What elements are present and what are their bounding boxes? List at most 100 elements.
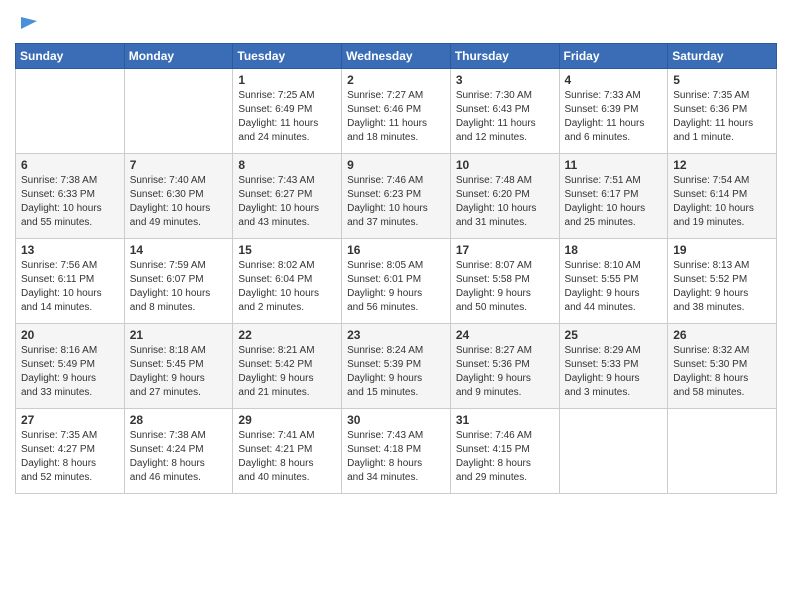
day-info-20: Sunrise: 8:16 AM Sunset: 5:49 PM Dayligh… — [21, 344, 119, 400]
calendar-cell-w2-d6: 11Sunrise: 7:51 AM Sunset: 6:17 PM Dayli… — [559, 154, 668, 239]
calendar-cell-w5-d4: 30Sunrise: 7:43 AM Sunset: 4:18 PM Dayli… — [342, 409, 451, 494]
day-info-3: Sunrise: 7:30 AM Sunset: 6:43 PM Dayligh… — [456, 89, 554, 145]
day-info-7: Sunrise: 7:40 AM Sunset: 6:30 PM Dayligh… — [130, 174, 228, 230]
day-info-19: Sunrise: 8:13 AM Sunset: 5:52 PM Dayligh… — [673, 259, 771, 315]
calendar-cell-w5-d1: 27 Sunrise: 7:35 AM Sunset: 4:27 PM Dayli… — [16, 409, 125, 494]
day-number-17: 17 — [456, 243, 554, 257]
day-number-19: 19 — [673, 243, 771, 257]
calendar-week-3: 13 Sunrise: 7:56 AM Sunset: 6:11 PM Dayli… — [16, 239, 777, 324]
day-info-24: Sunrise: 8:27 AM Sunset: 5:36 PM Dayligh… — [456, 344, 554, 400]
calendar-cell-w3-d3: 15 Sunrise: 8:02 AM Sunset: 6:04 PM Dayli… — [233, 239, 342, 324]
day-info-25: Sunrise: 8:29 AM Sunset: 5:33 PM Dayligh… — [565, 344, 663, 400]
calendar-cell-w3-d2: 14 Sunrise: 7:59 AM Sunset: 6:07 PM Dayli… — [124, 239, 233, 324]
day-number-26: 26 — [673, 328, 771, 342]
header-day-tuesday: Tuesday — [233, 44, 342, 69]
day-number-21: 21 — [130, 328, 228, 342]
day-number-15: 15 — [238, 243, 336, 257]
calendar-cell-w3-d4: 16Sunrise: 8:05 AM Sunset: 6:01 PM Dayli… — [342, 239, 451, 324]
calendar-week-2: 6 Sunrise: 7:38 AM Sunset: 6:33 PM Daylig… — [16, 154, 777, 239]
logo-icon — [17, 13, 39, 35]
day-number-13: 13 — [21, 243, 119, 257]
calendar-week-5: 27 Sunrise: 7:35 AM Sunset: 4:27 PM Dayli… — [16, 409, 777, 494]
day-number-31: 31 — [456, 413, 554, 427]
calendar-cell-w5-d2: 28 Sunrise: 7:38 AM Sunset: 4:24 PM Dayli… — [124, 409, 233, 494]
day-info-31: Sunrise: 7:46 AM Sunset: 4:15 PM Dayligh… — [456, 429, 554, 485]
calendar-cell-w1-d6: 4 Sunrise: 7:33 AM Sunset: 6:39 PM Daylig… — [559, 69, 668, 154]
page: SundayMondayTuesdayWednesdayThursdayFrid… — [0, 0, 792, 612]
header-day-thursday: Thursday — [450, 44, 559, 69]
day-info-15: Sunrise: 8:02 AM Sunset: 6:04 PM Dayligh… — [238, 259, 336, 315]
calendar-cell-w1-d3: 1Sunrise: 7:25 AM Sunset: 6:49 PM Daylig… — [233, 69, 342, 154]
day-number-27: 27 — [21, 413, 119, 427]
header-day-saturday: Saturday — [668, 44, 777, 69]
calendar-cell-w3-d5: 17 Sunrise: 8:07 AM Sunset: 5:58 PM Dayli… — [450, 239, 559, 324]
calendar-cell-w3-d7: 19 Sunrise: 8:13 AM Sunset: 5:52 PM Dayli… — [668, 239, 777, 324]
calendar-cell-w4-d6: 25 Sunrise: 8:29 AM Sunset: 5:33 PM Dayli… — [559, 324, 668, 409]
day-number-2: 2 — [347, 73, 445, 87]
day-info-30: Sunrise: 7:43 AM Sunset: 4:18 PM Dayligh… — [347, 429, 445, 485]
day-info-26: Sunrise: 8:32 AM Sunset: 5:30 PM Dayligh… — [673, 344, 771, 400]
day-info-22: Sunrise: 8:21 AM Sunset: 5:42 PM Dayligh… — [238, 344, 336, 400]
calendar-cell-w4-d4: 23Sunrise: 8:24 AM Sunset: 5:39 PM Dayli… — [342, 324, 451, 409]
calendar-cell-w1-d4: 2 Sunrise: 7:27 AM Sunset: 6:46 PM Daylig… — [342, 69, 451, 154]
day-number-20: 20 — [21, 328, 119, 342]
calendar-week-1: 1Sunrise: 7:25 AM Sunset: 6:49 PM Daylig… — [16, 69, 777, 154]
day-info-4: Sunrise: 7:33 AM Sunset: 6:39 PM Dayligh… — [565, 89, 663, 145]
day-number-8: 8 — [238, 158, 336, 172]
calendar-cell-w5-d7 — [668, 409, 777, 494]
day-info-14: Sunrise: 7:59 AM Sunset: 6:07 PM Dayligh… — [130, 259, 228, 315]
day-info-9: Sunrise: 7:46 AM Sunset: 6:23 PM Dayligh… — [347, 174, 445, 230]
calendar-cell-w5-d6 — [559, 409, 668, 494]
day-number-6: 6 — [21, 158, 119, 172]
day-number-4: 4 — [565, 73, 663, 87]
calendar-header-row: SundayMondayTuesdayWednesdayThursdayFrid… — [16, 44, 777, 69]
day-info-13: Sunrise: 7:56 AM Sunset: 6:11 PM Dayligh… — [21, 259, 119, 315]
calendar-cell-w4-d1: 20 Sunrise: 8:16 AM Sunset: 5:49 PM Dayli… — [16, 324, 125, 409]
calendar-cell-w5-d5: 31 Sunrise: 7:46 AM Sunset: 4:15 PM Dayli… — [450, 409, 559, 494]
calendar-cell-w2-d5: 10Sunrise: 7:48 AM Sunset: 6:20 PM Dayli… — [450, 154, 559, 239]
logo — [15, 15, 39, 35]
calendar-cell-w3-d6: 18Sunrise: 8:10 AM Sunset: 5:55 PM Dayli… — [559, 239, 668, 324]
day-info-6: Sunrise: 7:38 AM Sunset: 6:33 PM Dayligh… — [21, 174, 119, 230]
calendar-cell-w1-d7: 5 Sunrise: 7:35 AM Sunset: 6:36 PM Daylig… — [668, 69, 777, 154]
calendar-cell-w1-d2 — [124, 69, 233, 154]
day-number-1: 1 — [238, 73, 336, 87]
calendar-cell-w3-d1: 13 Sunrise: 7:56 AM Sunset: 6:11 PM Dayli… — [16, 239, 125, 324]
day-info-8: Sunrise: 7:43 AM Sunset: 6:27 PM Dayligh… — [238, 174, 336, 230]
day-info-29: Sunrise: 7:41 AM Sunset: 4:21 PM Dayligh… — [238, 429, 336, 485]
day-number-14: 14 — [130, 243, 228, 257]
header — [15, 10, 777, 35]
day-number-18: 18 — [565, 243, 663, 257]
header-day-sunday: Sunday — [16, 44, 125, 69]
calendar-cell-w4-d2: 21Sunrise: 8:18 AM Sunset: 5:45 PM Dayli… — [124, 324, 233, 409]
day-info-12: Sunrise: 7:54 AM Sunset: 6:14 PM Dayligh… — [673, 174, 771, 230]
day-info-16: Sunrise: 8:05 AM Sunset: 6:01 PM Dayligh… — [347, 259, 445, 315]
calendar-cell-w2-d2: 7 Sunrise: 7:40 AM Sunset: 6:30 PM Daylig… — [124, 154, 233, 239]
day-info-27: Sunrise: 7:35 AM Sunset: 4:27 PM Dayligh… — [21, 429, 119, 485]
day-number-23: 23 — [347, 328, 445, 342]
day-info-28: Sunrise: 7:38 AM Sunset: 4:24 PM Dayligh… — [130, 429, 228, 485]
calendar-cell-w1-d5: 3Sunrise: 7:30 AM Sunset: 6:43 PM Daylig… — [450, 69, 559, 154]
day-info-17: Sunrise: 8:07 AM Sunset: 5:58 PM Dayligh… — [456, 259, 554, 315]
day-number-28: 28 — [130, 413, 228, 427]
calendar-cell-w4-d5: 24 Sunrise: 8:27 AM Sunset: 5:36 PM Dayli… — [450, 324, 559, 409]
calendar-cell-w4-d3: 22 Sunrise: 8:21 AM Sunset: 5:42 PM Dayli… — [233, 324, 342, 409]
day-info-2: Sunrise: 7:27 AM Sunset: 6:46 PM Dayligh… — [347, 89, 445, 145]
calendar-cell-w2-d4: 9Sunrise: 7:46 AM Sunset: 6:23 PM Daylig… — [342, 154, 451, 239]
day-number-22: 22 — [238, 328, 336, 342]
day-number-5: 5 — [673, 73, 771, 87]
calendar-table: SundayMondayTuesdayWednesdayThursdayFrid… — [15, 43, 777, 494]
day-number-24: 24 — [456, 328, 554, 342]
calendar-cell-w4-d7: 26 Sunrise: 8:32 AM Sunset: 5:30 PM Dayli… — [668, 324, 777, 409]
day-info-5: Sunrise: 7:35 AM Sunset: 6:36 PM Dayligh… — [673, 89, 771, 145]
calendar-cell-w5-d3: 29Sunrise: 7:41 AM Sunset: 4:21 PM Dayli… — [233, 409, 342, 494]
day-info-11: Sunrise: 7:51 AM Sunset: 6:17 PM Dayligh… — [565, 174, 663, 230]
calendar-cell-w2-d1: 6 Sunrise: 7:38 AM Sunset: 6:33 PM Daylig… — [16, 154, 125, 239]
day-info-10: Sunrise: 7:48 AM Sunset: 6:20 PM Dayligh… — [456, 174, 554, 230]
header-day-friday: Friday — [559, 44, 668, 69]
calendar-week-4: 20 Sunrise: 8:16 AM Sunset: 5:49 PM Dayli… — [16, 324, 777, 409]
header-day-wednesday: Wednesday — [342, 44, 451, 69]
calendar-cell-w2-d3: 8 Sunrise: 7:43 AM Sunset: 6:27 PM Daylig… — [233, 154, 342, 239]
day-number-25: 25 — [565, 328, 663, 342]
day-number-7: 7 — [130, 158, 228, 172]
